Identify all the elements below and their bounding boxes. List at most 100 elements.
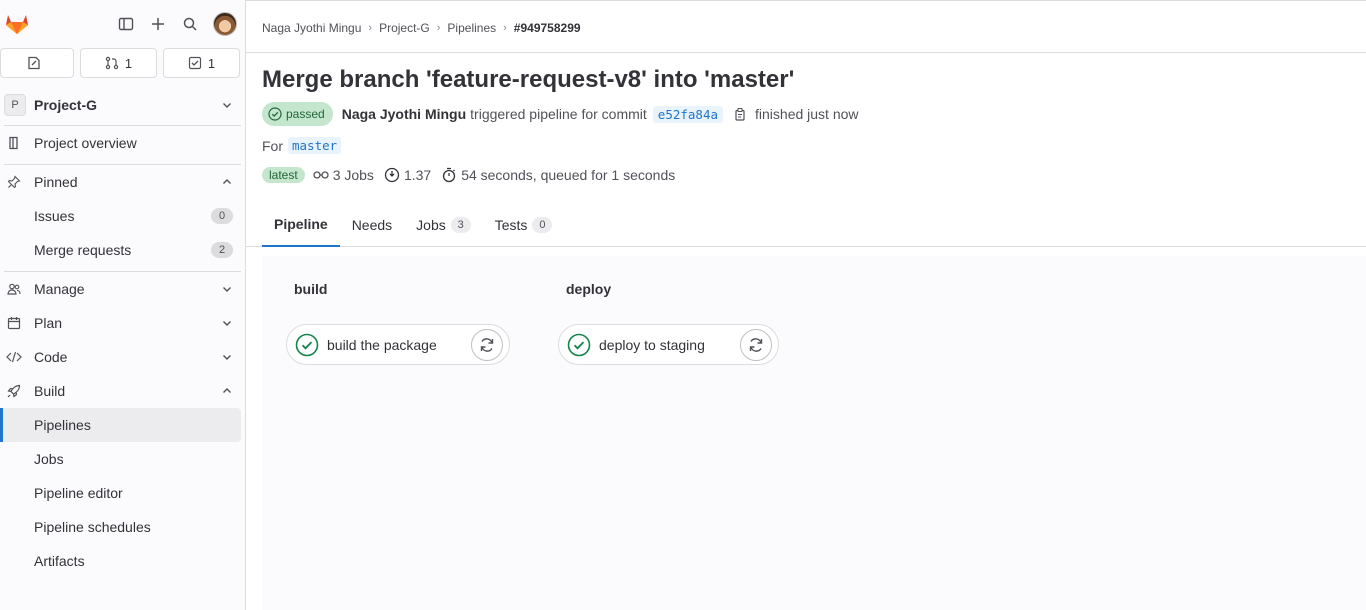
breadcrumb-link-user[interactable]: Naga Jyothi Mingu bbox=[262, 21, 361, 35]
count-badge: 0 bbox=[211, 208, 233, 224]
chevron-down-icon bbox=[223, 321, 231, 326]
pipeline-icon bbox=[313, 171, 329, 179]
chevron-right-icon: › bbox=[368, 22, 373, 34]
sidebar-section-plan[interactable]: Plan bbox=[0, 306, 245, 340]
status-success-icon bbox=[567, 333, 591, 356]
sidebar-item-label: Project overview bbox=[34, 135, 137, 151]
page-title: Merge branch 'feature-request-v8' into '… bbox=[262, 66, 795, 93]
status-badge[interactable]: passed bbox=[262, 102, 333, 126]
project-avatar: P bbox=[4, 94, 26, 116]
sidebar-item-pipeline-schedules[interactable]: Pipeline schedules bbox=[0, 510, 245, 544]
compute-icon bbox=[384, 167, 400, 183]
compute-minutes: 1.37 bbox=[384, 167, 431, 183]
author-link[interactable]: Naga Jyothi Mingu bbox=[342, 106, 466, 122]
todo-icon bbox=[188, 56, 201, 70]
job-name: build the package bbox=[327, 336, 437, 353]
duration: 54 seconds, queued for 1 seconds bbox=[441, 167, 675, 183]
copy-icon[interactable] bbox=[733, 107, 747, 121]
sidebar-section-build[interactable]: Build bbox=[0, 374, 245, 408]
sidebar-item-label: Pipeline editor bbox=[34, 485, 123, 501]
tab-jobs[interactable]: Jobs 3 bbox=[404, 202, 483, 247]
status-success-icon bbox=[295, 333, 319, 356]
commit-sha-link[interactable]: e52fa84a bbox=[652, 105, 724, 123]
code-icon bbox=[6, 349, 22, 365]
chevron-right-icon: › bbox=[503, 22, 507, 34]
retry-icon bbox=[749, 337, 763, 352]
sidebar-item-pipelines[interactable]: Pipelines bbox=[0, 408, 241, 442]
sidebar-item-label: Merge requests bbox=[34, 242, 132, 258]
sidebar-item-label: Artifacts bbox=[34, 553, 85, 569]
sidebar-item-jobs[interactable]: Jobs bbox=[0, 442, 245, 476]
sidebar-section-label: Pinned bbox=[34, 174, 78, 190]
chevron-up-icon bbox=[223, 388, 231, 393]
chevron-down-icon bbox=[223, 355, 231, 360]
project-name: Project-G bbox=[34, 97, 98, 113]
sidebar-item-artifacts[interactable]: Artifacts bbox=[0, 544, 245, 578]
retry-button[interactable] bbox=[471, 328, 503, 361]
timer-icon bbox=[443, 167, 456, 183]
sidebar-item-pipeline-editor[interactable]: Pipeline editor bbox=[0, 476, 245, 510]
breadcrumb-link-pipelines[interactable]: Pipelines bbox=[447, 21, 496, 35]
chevron-down-icon bbox=[223, 103, 231, 108]
sidebar: 1 1 P Project-G Project overview Pinned … bbox=[0, 0, 246, 610]
sidebar-item-label: Issues bbox=[34, 208, 75, 224]
count-badge: 0 bbox=[532, 216, 553, 233]
stage-title: build bbox=[294, 281, 328, 297]
sidebar-section-manage[interactable]: Manage bbox=[0, 272, 245, 306]
project-switcher[interactable]: P Project-G bbox=[0, 89, 245, 121]
plus-icon[interactable] bbox=[149, 15, 167, 33]
ref-info: For master bbox=[262, 137, 342, 154]
chevron-up-icon bbox=[223, 179, 231, 184]
avatar[interactable] bbox=[213, 12, 237, 36]
ref-link[interactable]: master bbox=[288, 137, 342, 154]
retry-icon bbox=[480, 337, 494, 352]
sidebar-section-label: Manage bbox=[34, 281, 85, 297]
breadcrumb-current[interactable]: #949758299 bbox=[514, 21, 581, 35]
search-icon[interactable] bbox=[181, 15, 199, 33]
sidebar-item-issues[interactable]: Issues 0 bbox=[0, 199, 245, 233]
sidebar-toggle-icon[interactable] bbox=[117, 15, 135, 33]
pipeline-tabs: Pipeline Needs Jobs 3 Tests 0 bbox=[246, 202, 1366, 247]
merge-requests-counter-button[interactable]: 1 bbox=[80, 48, 157, 78]
for-label: For bbox=[262, 137, 283, 154]
sidebar-item-merge-requests[interactable]: Merge requests 2 bbox=[0, 233, 245, 267]
retry-button[interactable] bbox=[740, 328, 772, 361]
breadcrumb: Naga Jyothi Mingu › Project-G › Pipeline… bbox=[262, 21, 581, 35]
latest-badge: latest bbox=[262, 167, 305, 183]
issues-counter-button[interactable] bbox=[0, 48, 74, 78]
pipeline-meta: latest 3 Jobs 1.37 54 seconds, queued fo… bbox=[262, 167, 685, 183]
project-icon bbox=[6, 135, 22, 151]
counters: 1 1 bbox=[0, 48, 245, 78]
job-deploy-to-staging[interactable]: deploy to staging bbox=[558, 324, 779, 365]
pipeline-info: passed Naga Jyothi Mingu triggered pipel… bbox=[262, 102, 859, 126]
issues-icon bbox=[28, 56, 40, 70]
todos-counter-button[interactable]: 1 bbox=[163, 48, 240, 78]
tab-tests[interactable]: Tests 0 bbox=[483, 202, 565, 247]
sidebar-section-code[interactable]: Code bbox=[0, 340, 245, 374]
stage-title: deploy bbox=[566, 281, 612, 297]
sidebar-item-label: Jobs bbox=[34, 451, 64, 467]
tab-pipeline[interactable]: Pipeline bbox=[262, 202, 340, 247]
status-success-icon bbox=[268, 107, 282, 121]
sidebar-item-label: Pipeline schedules bbox=[34, 519, 151, 535]
triggered-text: triggered pipeline for commit bbox=[470, 106, 647, 122]
count-badge: 3 bbox=[450, 216, 471, 233]
rocket-icon bbox=[6, 383, 22, 399]
sidebar-item-label: Pipelines bbox=[34, 417, 91, 433]
jobs-count: 3 Jobs bbox=[313, 167, 374, 183]
job-build-the-package[interactable]: build the package bbox=[286, 324, 510, 365]
sidebar-header bbox=[0, 0, 245, 48]
sidebar-section-label: Build bbox=[34, 383, 66, 399]
pipeline-graph: build deploy build the package deploy to… bbox=[262, 256, 1366, 610]
divider bbox=[246, 52, 1366, 53]
tab-needs[interactable]: Needs bbox=[340, 202, 404, 247]
gitlab-logo-icon[interactable] bbox=[4, 11, 30, 37]
chevron-right-icon: › bbox=[436, 22, 441, 34]
users-icon bbox=[6, 281, 22, 297]
thumbtack-icon bbox=[6, 174, 22, 190]
finished-time: finished just now bbox=[755, 106, 859, 122]
sidebar-item-project-overview[interactable]: Project overview bbox=[0, 126, 245, 160]
breadcrumb-link-project[interactable]: Project-G bbox=[379, 21, 430, 35]
sidebar-section-pinned[interactable]: Pinned bbox=[0, 165, 245, 199]
chevron-down-icon bbox=[223, 287, 231, 292]
